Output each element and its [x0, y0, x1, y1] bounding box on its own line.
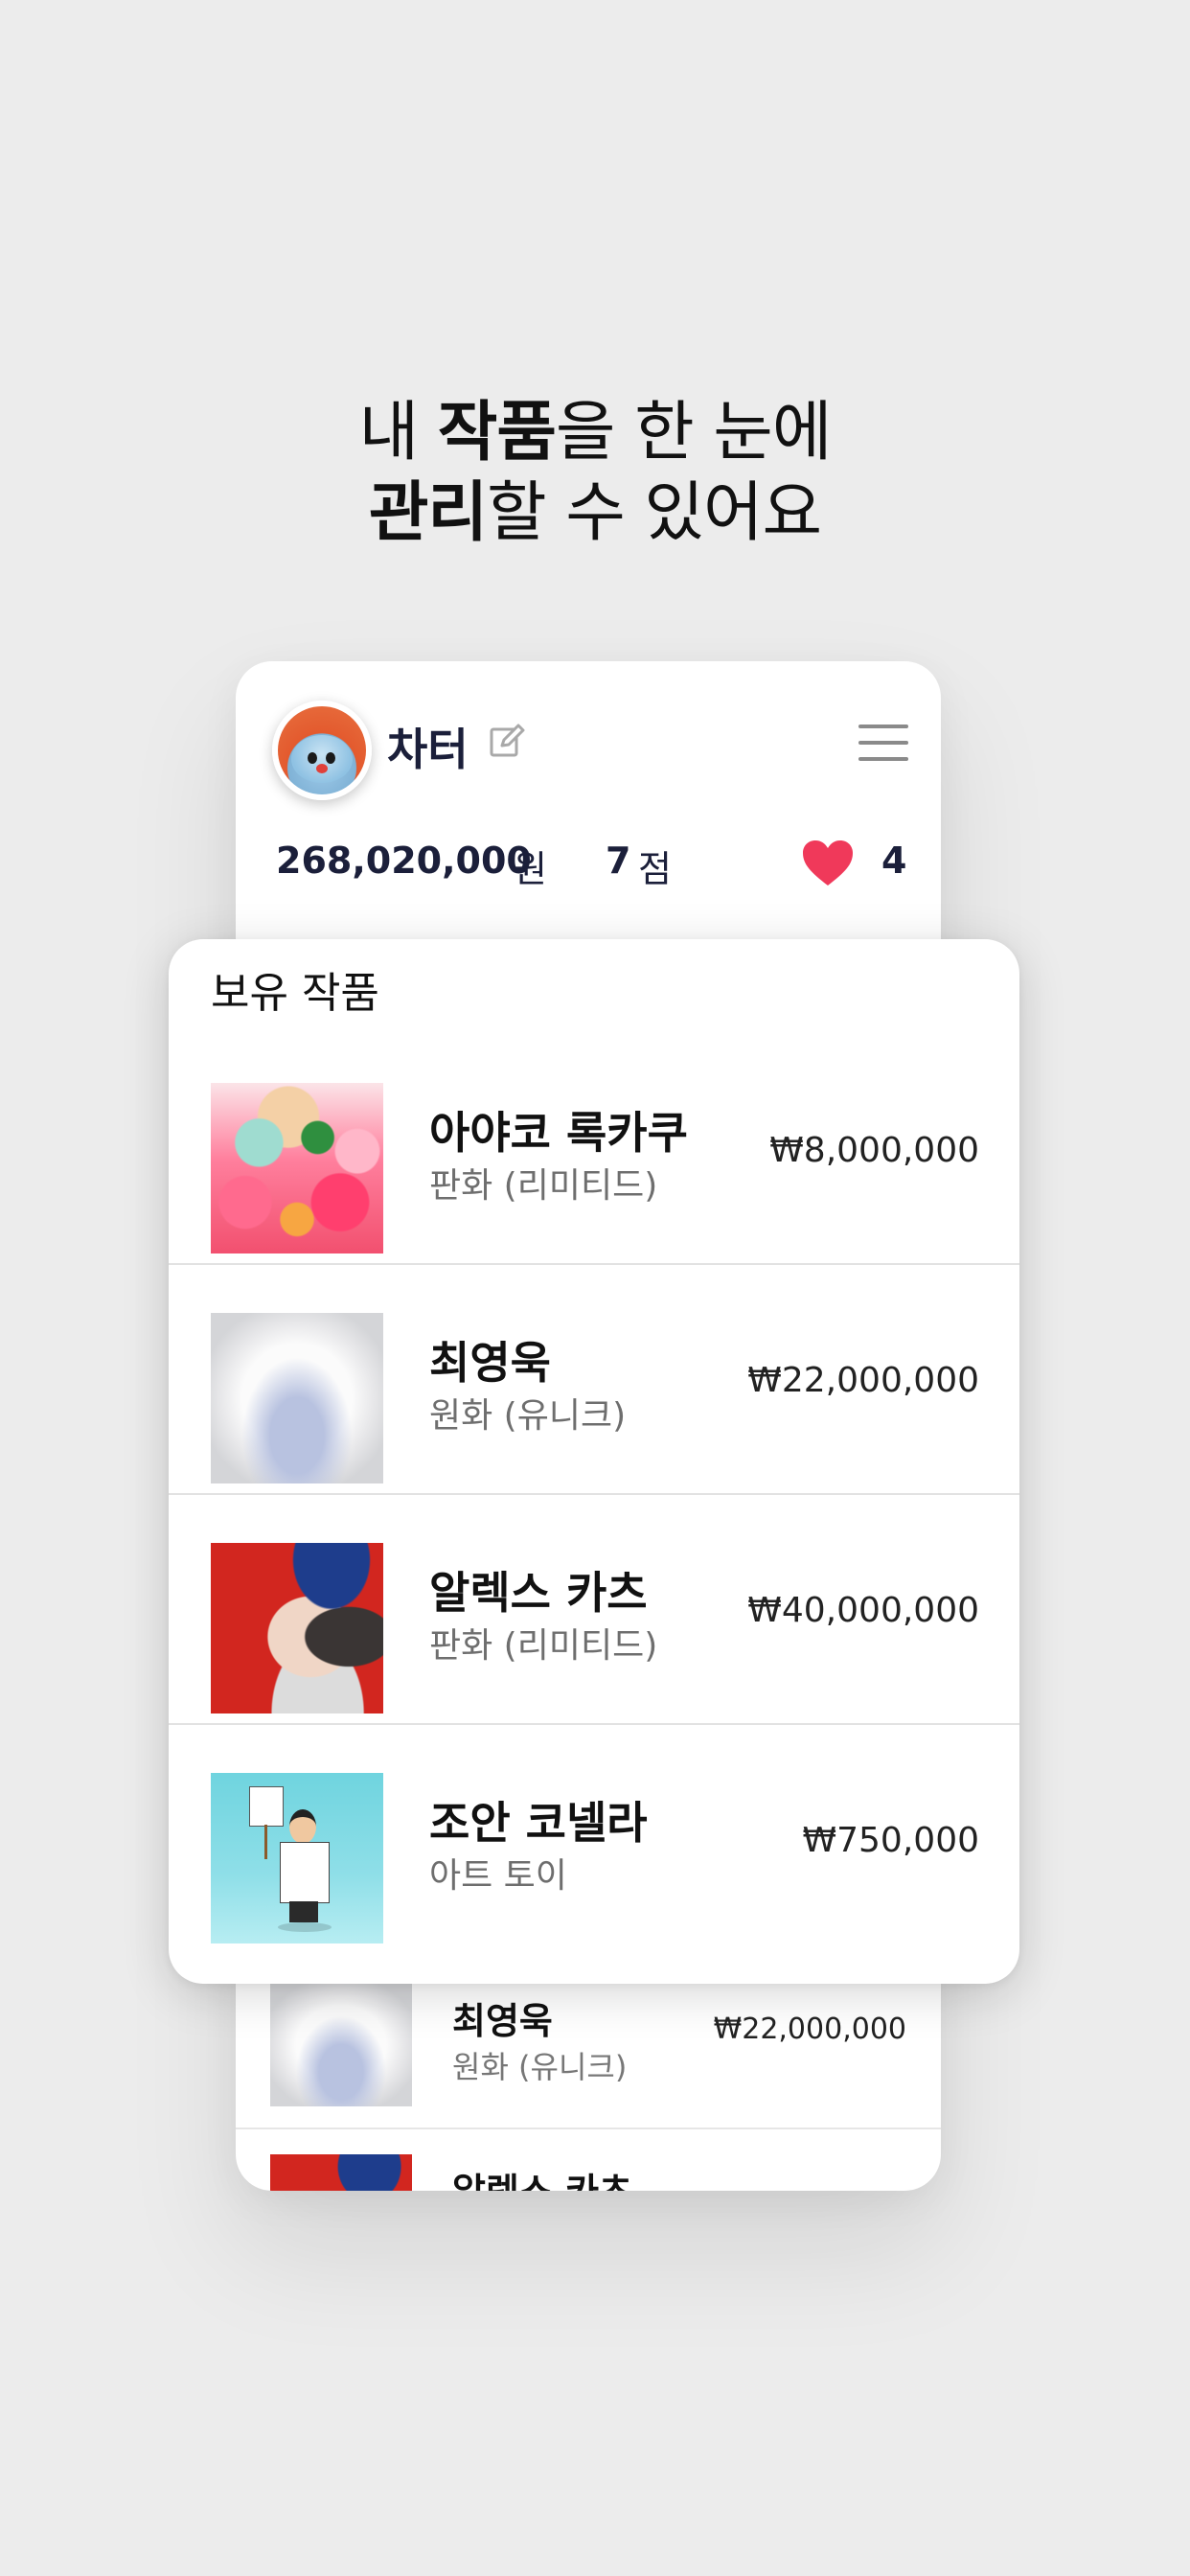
total-amount: 268,020,000	[276, 840, 532, 882]
avatar-face	[291, 735, 353, 783]
avatar-nose	[316, 764, 328, 773]
avatar-eye	[326, 752, 335, 764]
artist-name: 알렉스 카츠	[429, 1567, 648, 1619]
artist-name: 최영욱	[452, 2000, 553, 2042]
artwork-type: 원화 (유니크)	[452, 2049, 628, 2085]
artwork-thumbnail	[270, 1984, 412, 2106]
artwork-type: 판화 (리미티드)	[429, 1166, 658, 1206]
toy-head	[289, 1809, 316, 1844]
menu-bar	[858, 741, 908, 745]
owned-works-card: 보유 작품 아야코 록카쿠 판화 (리미티드) ₩8,000,000 최영욱 원…	[169, 939, 1019, 1984]
artwork-price: ₩22,000,000	[713, 2012, 906, 2046]
list-item[interactable]: 최영욱 원화 (유니크) ₩22,000,000	[236, 1984, 941, 2166]
artwork-thumbnail	[211, 1543, 383, 1714]
list-item[interactable]: 조안 코넬라 아트 토이 ₩750,000	[169, 1725, 1019, 1955]
menu-icon[interactable]	[858, 724, 908, 761]
menu-bar	[858, 757, 908, 761]
artwork-type: 판화 (리미티드)	[429, 1626, 658, 1666]
toy-body-sign	[280, 1842, 330, 1903]
headline-line-2: 관리할 수 있어요	[0, 473, 1190, 554]
headline-text: 할 수 있어요	[487, 475, 822, 551]
artwork-count: 7	[606, 840, 631, 882]
headline-text: 내	[358, 395, 438, 471]
artist-name: 조안 코넬라	[429, 1797, 648, 1849]
count-unit: 점	[638, 848, 672, 890]
section-title: 보유 작품	[211, 969, 379, 1018]
artwork-price: ₩8,000,000	[769, 1131, 979, 1170]
artist-name: 아야코 록카쿠	[429, 1107, 688, 1159]
artwork-price: ₩22,000,000	[747, 1361, 979, 1400]
headline-emphasis: 작품	[437, 395, 557, 471]
avatar[interactable]	[272, 701, 372, 800]
artwork-price: ₩40,000,000	[747, 1591, 979, 1630]
profile-stats: 268,020,000 원 7 점 4	[276, 840, 908, 890]
artwork-thumbnail	[211, 1083, 383, 1254]
avatar-eye	[308, 752, 317, 764]
artist-name: 알렉스 카츠	[452, 2162, 632, 2191]
artwork-price: ₩750,000	[802, 1821, 979, 1860]
toy-shadow	[278, 1922, 332, 1932]
artwork-thumbnail	[270, 2154, 412, 2191]
headline-emphasis: 관리	[368, 475, 488, 551]
artwork-type: 원화 (유니크)	[429, 1396, 627, 1436]
list-item[interactable]: 최영욱 원화 (유니크) ₩22,000,000	[169, 1265, 1019, 1495]
menu-bar	[858, 724, 908, 728]
list-item[interactable]: 아야코 록카쿠 판화 (리미티드) ₩8,000,000	[169, 1035, 1019, 1265]
list-item[interactable]: 알렉스 카츠	[236, 2154, 941, 2191]
toy-stick	[264, 1825, 267, 1859]
divider	[236, 2128, 941, 2129]
likes-count: 4	[881, 840, 907, 882]
toy-sign	[249, 1786, 284, 1827]
toy-legs	[289, 1901, 318, 1922]
list-item[interactable]: 알렉스 카츠 판화 (리미티드) ₩40,000,000	[169, 1495, 1019, 1725]
headline-text: 을 한 눈에	[555, 395, 832, 471]
heart-icon[interactable]	[801, 840, 855, 887]
artist-name: 최영욱	[429, 1337, 551, 1389]
amount-unit: 원	[514, 848, 547, 890]
headline: 내 작품을 한 눈에 관리할 수 있어요	[0, 393, 1190, 554]
artwork-thumbnail	[211, 1313, 383, 1484]
username: 차터	[387, 724, 469, 775]
edit-icon[interactable]	[489, 723, 525, 759]
artwork-type: 아트 토이	[429, 1856, 567, 1896]
artwork-thumbnail	[211, 1773, 383, 1944]
headline-line-1: 내 작품을 한 눈에	[0, 393, 1190, 473]
